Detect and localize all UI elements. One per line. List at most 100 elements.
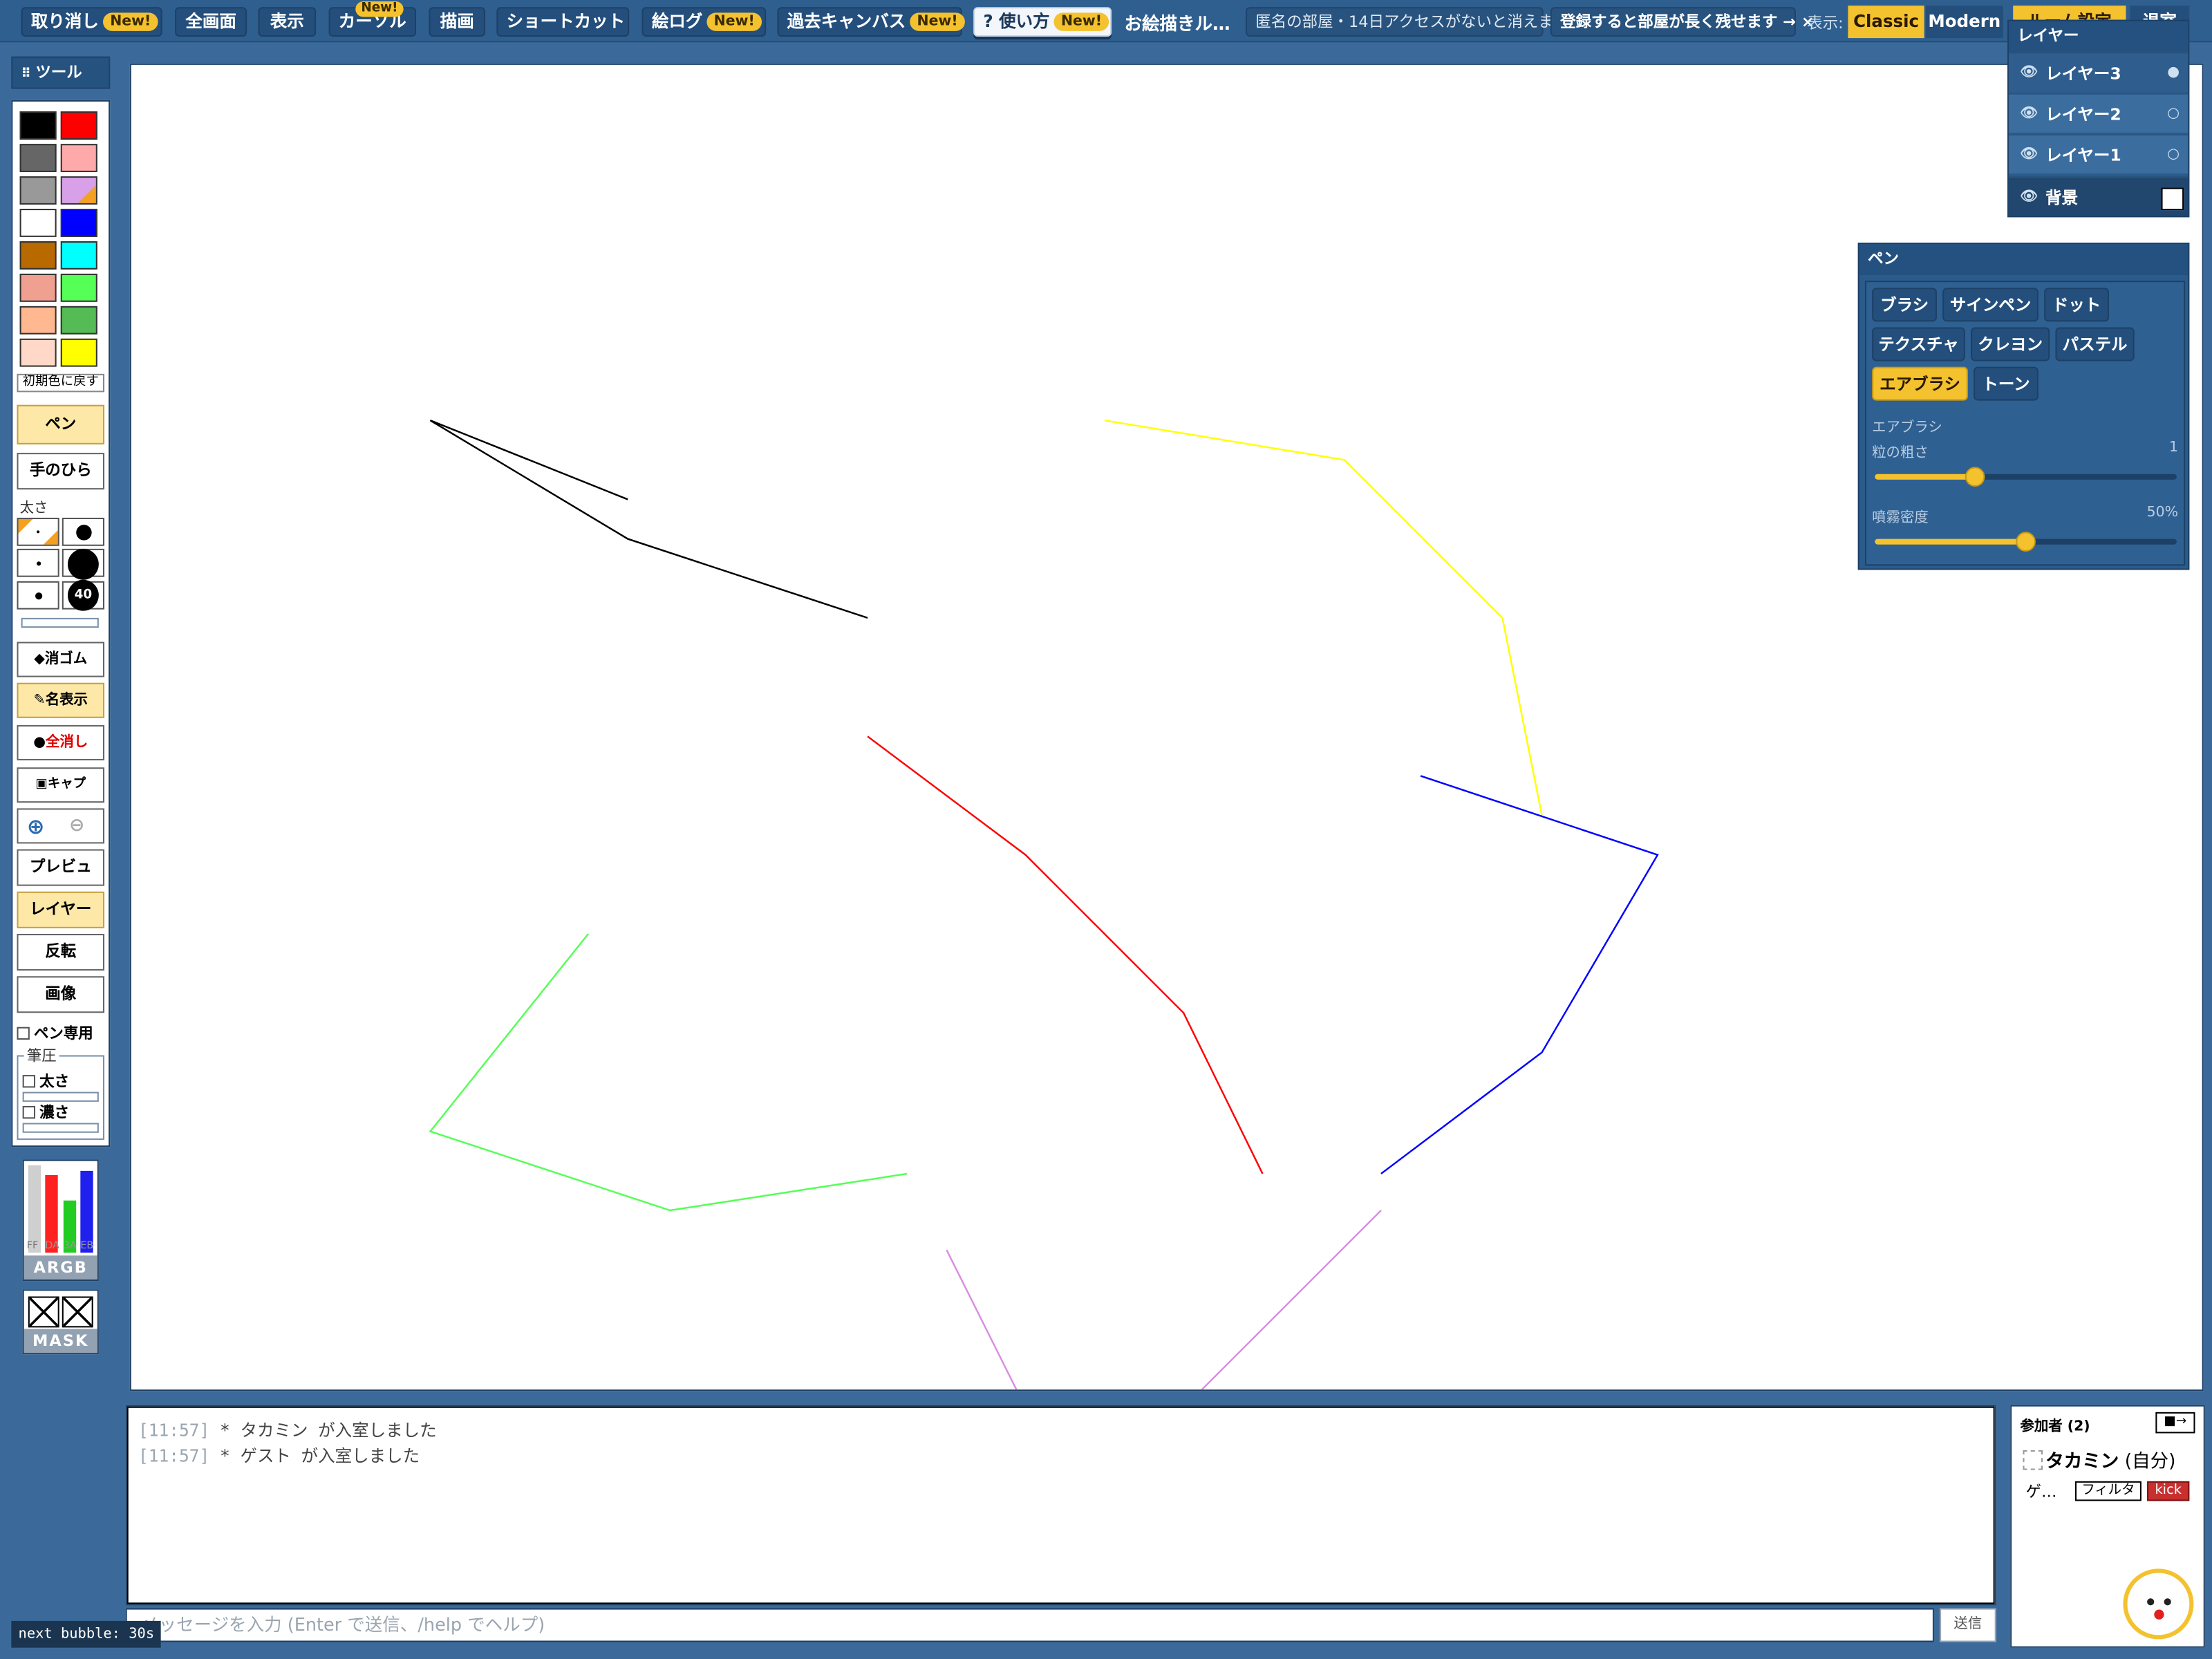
hand-tool-button[interactable]: 手のひら bbox=[17, 453, 105, 490]
name-show-button[interactable]: ✎名表示 bbox=[17, 682, 105, 718]
size-dot-icon bbox=[37, 561, 41, 566]
size-10-button[interactable] bbox=[62, 517, 105, 546]
help-button[interactable]: ? 使い方 New! bbox=[973, 7, 1112, 37]
cursor-button[interactable]: カーソル New! bbox=[328, 1, 417, 37]
pen-only-checkbox[interactable] bbox=[17, 1027, 30, 1040]
color-swatch[interactable] bbox=[19, 338, 57, 367]
density-slider[interactable] bbox=[1875, 532, 2177, 552]
clear-all-button[interactable]: ●全消し bbox=[17, 724, 105, 760]
background-color-swatch[interactable] bbox=[2161, 187, 2184, 211]
canvas-stroke bbox=[867, 735, 1264, 1174]
zoom-in-icon[interactable]: ⊕ bbox=[27, 809, 45, 843]
brush-crayon[interactable]: クレヨン bbox=[1970, 327, 2050, 362]
color-swatch[interactable] bbox=[60, 111, 97, 140]
color-swatch[interactable] bbox=[60, 209, 97, 237]
layer-row-background[interactable]: 👁 背景 bbox=[2009, 176, 2188, 216]
classic-toggle[interactable]: Classic bbox=[1848, 6, 1924, 39]
grain-slider-knob[interactable] bbox=[1965, 467, 1985, 487]
new-badge: New! bbox=[355, 1, 404, 17]
size-3-button[interactable] bbox=[17, 548, 59, 577]
kick-button[interactable]: kick bbox=[2147, 1481, 2190, 1501]
size-slider[interactable] bbox=[21, 617, 99, 628]
view-button[interactable]: 表示 bbox=[258, 7, 317, 37]
new-badge: New! bbox=[103, 12, 158, 31]
grain-slider[interactable] bbox=[1875, 467, 2177, 487]
draw-button[interactable]: 描画 bbox=[429, 7, 486, 37]
color-swatch[interactable] bbox=[60, 144, 97, 172]
tools-header[interactable]: ⠿ ツール bbox=[11, 56, 111, 89]
register-link[interactable]: 登録すると部屋が長く残せます → × bbox=[1550, 7, 1815, 37]
eye-icon[interactable]: 👁 bbox=[2020, 178, 2038, 217]
brush-dot[interactable]: ドット bbox=[2044, 288, 2109, 322]
brush-brush[interactable]: ブラシ bbox=[1872, 288, 1938, 322]
color-swatch[interactable] bbox=[60, 306, 97, 335]
drawlog-button[interactable]: 絵ログ New! bbox=[641, 7, 767, 37]
pressure-size-label: 太さ bbox=[39, 1074, 69, 1091]
eye-icon[interactable]: 👁 bbox=[2020, 54, 2038, 93]
mascot-icon[interactable] bbox=[2123, 1568, 2194, 1640]
color-swatch[interactable] bbox=[19, 176, 57, 205]
brush-pastel[interactable]: パステル bbox=[2055, 327, 2135, 362]
send-button[interactable]: 送信 bbox=[1940, 1608, 1996, 1642]
chat-message: * ゲスト が入室しました bbox=[219, 1445, 420, 1466]
capture-button[interactable]: ▣キャプ bbox=[17, 767, 105, 803]
size-20-button[interactable] bbox=[62, 548, 105, 580]
image-button[interactable]: 画像 bbox=[17, 976, 105, 1013]
pressure-size-checkbox[interactable] bbox=[22, 1075, 36, 1088]
mask-control[interactable]: MASK bbox=[22, 1289, 99, 1355]
color-swatch[interactable] bbox=[60, 338, 97, 367]
shortcut-button[interactable]: ショートカット bbox=[496, 7, 630, 37]
filter-button[interactable]: フィルタ bbox=[2075, 1481, 2141, 1501]
size-1-button[interactable] bbox=[17, 517, 59, 546]
color-swatch[interactable] bbox=[19, 144, 57, 172]
zoom-out-icon[interactable]: ⊖ bbox=[69, 809, 84, 843]
pressure-size-slider[interactable] bbox=[22, 1091, 99, 1102]
fullscreen-button[interactable]: 全画面 bbox=[175, 7, 247, 37]
brush-tone[interactable]: トーン bbox=[1974, 366, 2038, 401]
layer-row-1[interactable]: 👁 レイヤー1 ○ bbox=[2009, 133, 2188, 175]
chat-line: [11:57] * ゲスト が入室しました bbox=[138, 1443, 420, 1468]
view-mode-label: 表示: bbox=[1807, 14, 1844, 32]
chat-timestamp: [11:57] bbox=[138, 1445, 210, 1466]
brush-texture[interactable]: テクスチャ bbox=[1872, 327, 1965, 362]
layer-row-2[interactable]: 👁 レイヤー2 ○ bbox=[2009, 93, 2188, 133]
color-swatch[interactable] bbox=[19, 209, 57, 237]
size-40-icon: 40 bbox=[67, 579, 99, 611]
flip-button[interactable]: 反転 bbox=[17, 934, 105, 971]
color-swatch[interactable] bbox=[60, 273, 97, 302]
pen-tool-button[interactable]: ペン bbox=[17, 404, 105, 444]
size-40-button[interactable]: 40 bbox=[62, 579, 105, 611]
chat-input[interactable]: メッセージを入力 (Enter で送信、/help でヘルプ) bbox=[125, 1608, 1934, 1642]
pressure-density-slider[interactable] bbox=[22, 1123, 99, 1133]
undo-button[interactable]: 取り消し New! bbox=[21, 7, 162, 37]
density-slider-knob[interactable] bbox=[2016, 532, 2036, 552]
past-canvas-button[interactable]: 過去キャンバス New! bbox=[777, 7, 965, 37]
chat-timestamp: [11:57] bbox=[138, 1421, 210, 1441]
eraser-button[interactable]: ◆消ゴム bbox=[17, 641, 105, 677]
color-swatch[interactable] bbox=[19, 273, 57, 302]
modern-toggle[interactable]: Modern bbox=[1925, 6, 2003, 39]
brush-signpen[interactable]: サインペン bbox=[1942, 288, 2038, 322]
color-swatch[interactable] bbox=[60, 241, 97, 270]
color-swatch[interactable] bbox=[19, 111, 57, 140]
eye-icon[interactable]: 👁 bbox=[2020, 135, 2038, 175]
size-dot-icon bbox=[35, 592, 43, 600]
preview-button[interactable]: プレビュ bbox=[17, 849, 105, 886]
color-swatch[interactable] bbox=[19, 306, 57, 335]
color-swatch[interactable] bbox=[60, 176, 97, 205]
participants-toggle-button[interactable]: ■→ bbox=[2155, 1412, 2195, 1434]
mask-off-icon[interactable] bbox=[62, 1296, 93, 1328]
size-5-button[interactable] bbox=[17, 581, 59, 610]
reset-colors-button[interactable]: 初期色に戻す bbox=[17, 373, 105, 393]
layer-row-3[interactable]: 👁 レイヤー3 ● bbox=[2009, 52, 2188, 93]
brush-airbrush[interactable]: エアブラシ bbox=[1872, 366, 1968, 401]
chat-log[interactable]: [11:57] * タカミン が入室しました [11:57] * ゲスト が入室… bbox=[125, 1405, 1996, 1606]
layer-button[interactable]: レイヤー bbox=[17, 891, 105, 928]
pressure-density-checkbox[interactable] bbox=[22, 1105, 36, 1119]
eye-icon[interactable]: 👁 bbox=[2020, 95, 2038, 134]
pen-panel: ペン ブラシ サインペン ドット テクスチャ クレヨン パステル エアブラシ ト… bbox=[1857, 243, 2190, 570]
mask-off-icon[interactable] bbox=[28, 1296, 59, 1328]
color-swatch[interactable] bbox=[19, 241, 57, 270]
argb-meter[interactable]: FF DA 3A EB ARGB bbox=[22, 1159, 99, 1282]
mascot-nose bbox=[2154, 1609, 2164, 1620]
